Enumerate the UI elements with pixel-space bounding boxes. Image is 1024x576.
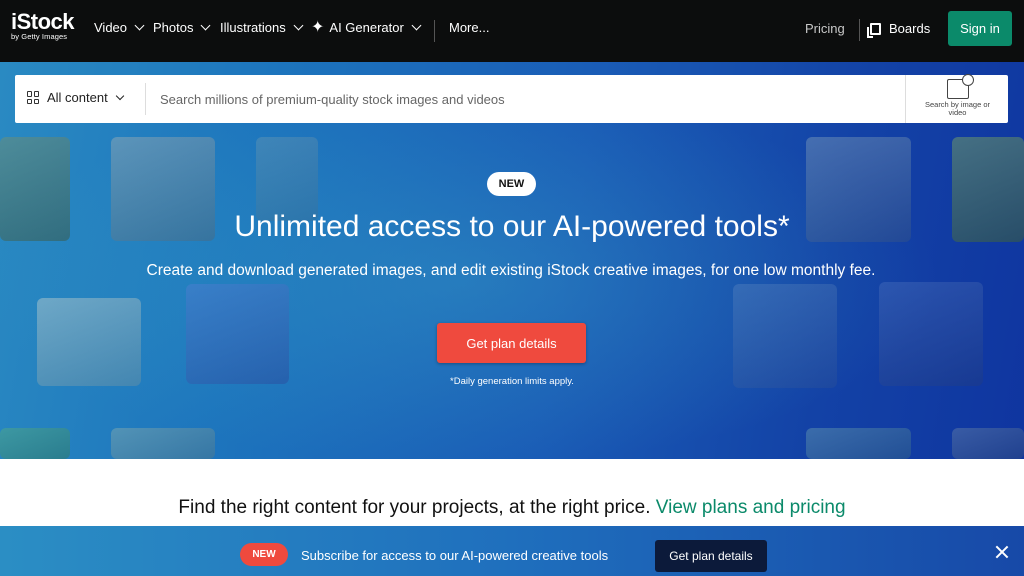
nav-item-label: AI Generator <box>329 20 404 35</box>
background-photo-woman <box>256 137 318 221</box>
banner-text: Subscribe for access to our AI-powered c… <box>301 548 609 563</box>
pricing-link[interactable]: Pricing <box>805 21 845 36</box>
boards-icon <box>867 22 881 38</box>
sparkle-icon: ✦ <box>311 18 325 36</box>
chevron-down-icon <box>293 20 304 31</box>
nav-divider <box>434 20 435 42</box>
chevron-down-icon <box>115 91 124 101</box>
view-plans-link[interactable]: View plans and pricing <box>656 497 846 518</box>
image-search-icon <box>946 74 974 99</box>
pricing-headline-text: Find the right content for your projects… <box>178 497 651 518</box>
subscribe-banner: NEW Subscribe for access to our AI-power… <box>0 526 1024 576</box>
new-badge: NEW <box>487 172 536 196</box>
background-illustration-figure <box>186 284 289 384</box>
nav-item-label: Video <box>94 20 128 35</box>
get-plan-details-button[interactable]: Get plan details <box>437 323 586 363</box>
nav-item-ai-generator[interactable]: ✦ AI Generator <box>311 18 422 36</box>
close-icon[interactable] <box>994 544 1010 560</box>
nav-item-label: More... <box>449 20 490 35</box>
nav-item-illustrations[interactable]: Illustrations <box>220 20 304 35</box>
search-input[interactable] <box>160 87 900 111</box>
chevron-down-icon <box>411 20 422 31</box>
new-badge: NEW <box>240 543 288 566</box>
grid-icon <box>27 91 40 104</box>
background-photo-desert <box>733 284 837 388</box>
banner-get-plan-details-button[interactable]: Get plan details <box>655 540 767 572</box>
sign-in-button[interactable]: Sign in <box>948 11 1012 46</box>
logo-wordmark: iStock <box>11 9 75 34</box>
nav-item-label: Illustrations <box>220 20 286 35</box>
hero-banner: All content Search by image or video NEW… <box>0 62 1024 459</box>
nav-divider <box>859 19 860 41</box>
background-photo-bowls <box>806 428 911 459</box>
top-nav: iStock by Getty Images Video Photos Illu… <box>0 0 1024 62</box>
pricing-headline: Find the right content for your projects… <box>0 497 1024 519</box>
search-scope-label: All content <box>47 90 108 105</box>
hero-subtitle: Create and download generated images, an… <box>146 262 876 279</box>
background-photo-food <box>111 428 215 459</box>
search-divider <box>145 83 146 115</box>
nav-item-video[interactable]: Video <box>94 20 145 35</box>
search-bar: All content Search by image or video <box>15 74 1008 123</box>
background-photo-building <box>952 428 1024 459</box>
hero-title: Unlimited access to our AI-powered tools… <box>234 210 790 243</box>
search-by-image-button[interactable]: Search by image or video <box>915 74 1000 117</box>
boards-link[interactable]: Boards <box>867 21 931 38</box>
logo-subtitle: by Getty Images <box>11 32 68 41</box>
istock-logo[interactable]: iStock by Getty Images <box>11 9 75 41</box>
nav-item-label: Photos <box>153 20 194 35</box>
chevron-down-icon <box>134 20 145 31</box>
hero-footnote: *Daily generation limits apply. <box>450 376 574 387</box>
boards-label: Boards <box>889 21 931 36</box>
background-illustration-mountain <box>879 282 983 386</box>
nav-item-photos[interactable]: Photos <box>153 20 211 35</box>
search-divider <box>905 75 906 123</box>
search-by-image-label: Search by image or video <box>924 100 991 117</box>
chevron-down-icon <box>201 20 211 31</box>
background-pattern-circles <box>0 428 70 459</box>
search-scope-dropdown[interactable]: All content <box>27 90 124 105</box>
nav-item-more[interactable]: More... <box>449 20 489 35</box>
background-photo-person-tablet <box>37 298 141 386</box>
